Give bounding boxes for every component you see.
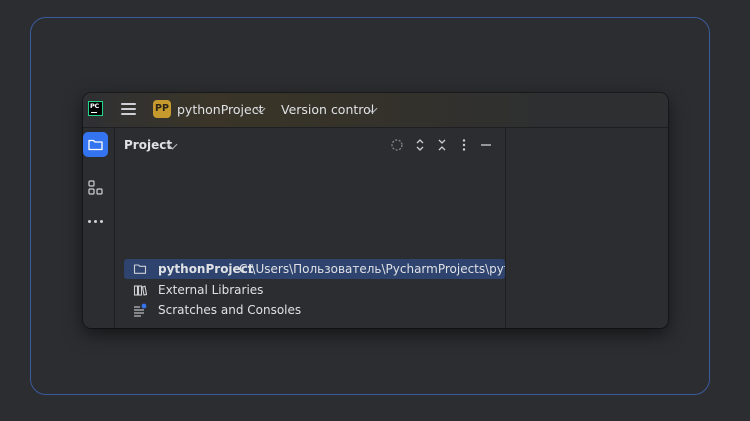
tree-item-scratches[interactable]: Scratches and Consoles	[124, 300, 505, 320]
main-menu-icon[interactable]	[121, 103, 136, 116]
tree-item-external-libraries[interactable]: External Libraries	[124, 280, 505, 300]
project-tool-button[interactable]	[83, 132, 108, 157]
editor-area	[506, 128, 668, 328]
tool-window-bar	[83, 128, 115, 328]
project-tree: pythonProject C:\Users\Пользователь\Pych…	[115, 128, 505, 328]
ide-window: PC PP pythonProject Version control Proj…	[83, 93, 668, 328]
project-name-dropdown[interactable]: pythonProject	[177, 102, 264, 117]
pycharm-logo-icon[interactable]: PC	[88, 101, 103, 116]
library-icon	[133, 285, 147, 296]
title-bar: PC PP pythonProject Version control	[83, 93, 668, 128]
tree-item-label: External Libraries	[158, 283, 264, 297]
scratches-icon	[134, 303, 147, 317]
tree-item-project-root[interactable]: pythonProject C:\Users\Пользователь\Pych…	[124, 259, 505, 279]
version-control-dropdown[interactable]: Version control	[281, 102, 374, 117]
structure-icon[interactable]	[88, 180, 103, 195]
project-badge[interactable]: PP	[153, 100, 171, 118]
folder-icon	[88, 139, 103, 151]
more-tools-icon[interactable]	[88, 220, 104, 224]
tree-item-path: C:\Users\Пользователь\PycharmProjects\py…	[239, 262, 505, 276]
logo-text: PC	[90, 102, 99, 110]
tree-item-label: Scratches and Consoles	[158, 303, 302, 317]
folder-icon	[133, 264, 147, 274]
